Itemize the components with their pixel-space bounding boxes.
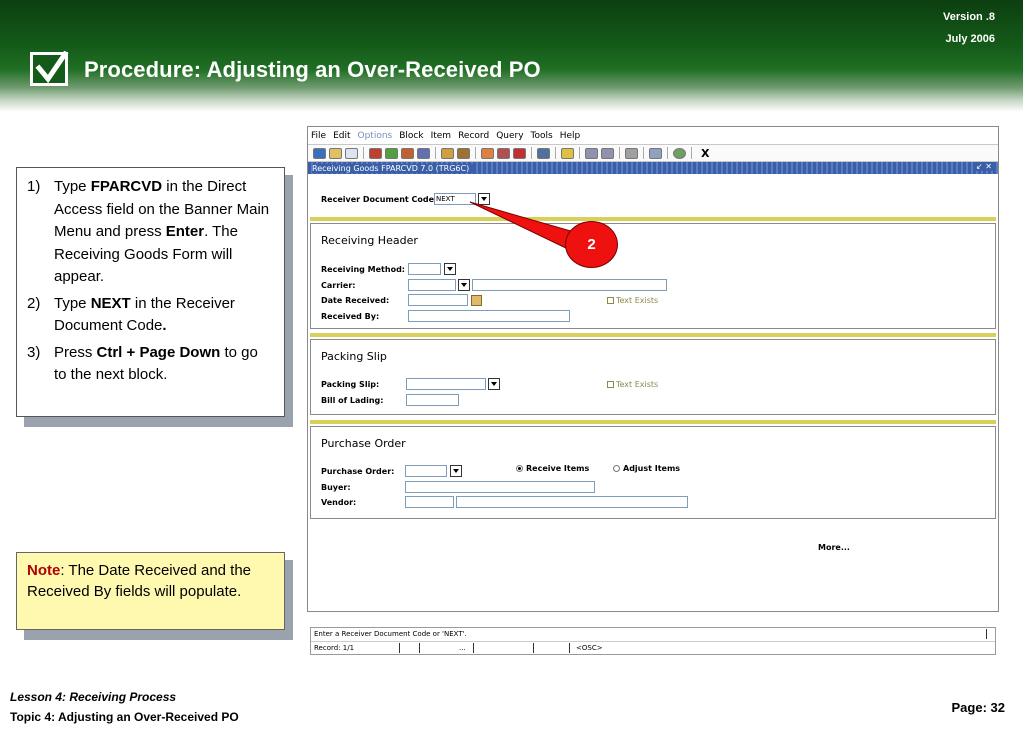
page-number: Page: 32 bbox=[951, 700, 1005, 715]
footer-lesson: Lesson 4: Receiving Process bbox=[10, 690, 177, 704]
footer-topic: Topic 4: Adjusting an Over-Received PO bbox=[10, 710, 239, 724]
step-callout-badge: 2 bbox=[565, 221, 618, 268]
callout-pointer bbox=[469, 201, 575, 250]
